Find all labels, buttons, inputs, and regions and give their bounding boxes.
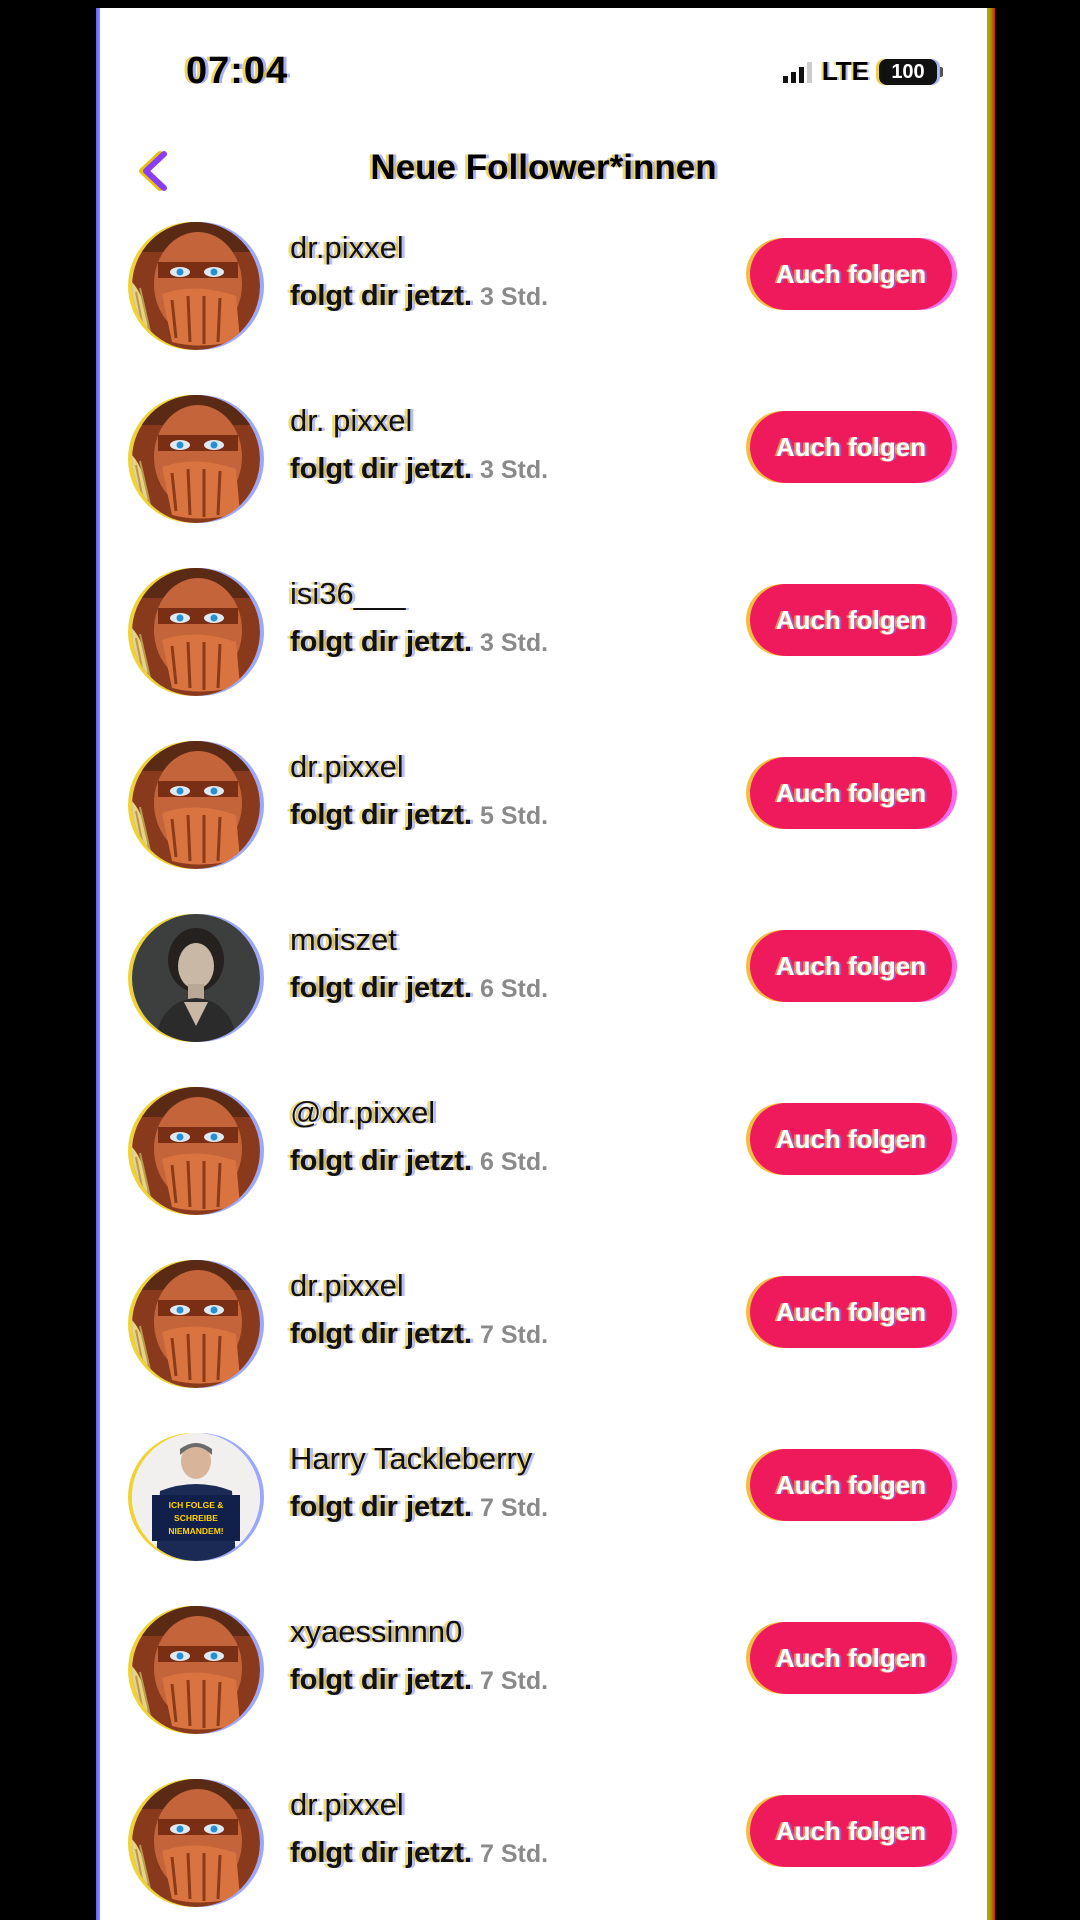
follow-info: folgt dir jetzt. 7 Std. bbox=[290, 1837, 548, 1870]
follow-info: folgt dir jetzt. 7 Std. bbox=[290, 1664, 548, 1697]
username[interactable]: dr.pixxel bbox=[290, 1787, 404, 1823]
username[interactable]: moiszet bbox=[290, 922, 397, 958]
username[interactable]: dr.pixxel bbox=[290, 1268, 404, 1304]
follower-row[interactable]: dr.pixxel folgt dir jetzt. 7 Std. Auch folg… bbox=[100, 1775, 987, 1920]
follow-action-text: folgt dir jetzt. bbox=[290, 1837, 473, 1869]
follow-back-button[interactable]: Auch folgen bbox=[750, 1449, 952, 1521]
status-indicators: LTE 100 bbox=[782, 56, 943, 87]
follow-info: folgt dir jetzt. 7 Std. bbox=[290, 1491, 548, 1524]
follow-info: folgt dir jetzt. 3 Std. bbox=[290, 280, 548, 313]
follow-action-text: folgt dir jetzt. bbox=[290, 1491, 473, 1523]
username[interactable]: isi36___ bbox=[290, 576, 405, 612]
username[interactable]: @dr.pixxel bbox=[290, 1095, 435, 1131]
follower-row[interactable]: dr.pixxel folgt dir jetzt. 5 Std. Auch folg… bbox=[100, 737, 987, 910]
username[interactable]: Harry Tackleberry bbox=[290, 1441, 532, 1477]
follow-back-button[interactable]: Auch folgen bbox=[750, 238, 952, 310]
follow-info: folgt dir jetzt. 7 Std. bbox=[290, 1318, 548, 1351]
username[interactable]: dr. pixxel bbox=[290, 403, 412, 439]
signal-icon bbox=[782, 61, 812, 83]
follower-row[interactable]: ICH FOLGE & SCHREIBE NIEMANDEM! Harry Tackl… bbox=[100, 1429, 987, 1602]
avatar[interactable] bbox=[132, 1260, 260, 1388]
follower-row[interactable]: xyaessinnn0 folgt dir jetzt. 7 Std. Auch fo… bbox=[100, 1602, 987, 1775]
avatar[interactable] bbox=[132, 1606, 260, 1734]
follow-back-button[interactable]: Auch folgen bbox=[750, 1276, 952, 1348]
follow-info: folgt dir jetzt. 6 Std. bbox=[290, 972, 548, 1005]
follower-row[interactable]: moiszet folgt dir jetzt. 6 Std. Auch folgen bbox=[100, 910, 987, 1083]
time-ago: 7 Std. bbox=[480, 1321, 549, 1349]
network-label: LTE bbox=[821, 56, 869, 86]
follow-info: folgt dir jetzt. 3 Std. bbox=[290, 453, 548, 486]
avatar[interactable] bbox=[132, 1087, 260, 1215]
follow-action-text: folgt dir jetzt. bbox=[290, 799, 473, 831]
follow-back-button[interactable]: Auch folgen bbox=[750, 1622, 952, 1694]
time-ago: 7 Std. bbox=[480, 1667, 549, 1695]
follower-row[interactable]: isi36___folgt dir jetzt. 3 Std. Auch folge… bbox=[100, 564, 987, 737]
avatar[interactable] bbox=[132, 395, 260, 523]
follow-back-button[interactable]: Auch folgen bbox=[750, 1795, 952, 1867]
username[interactable]: xyaessinnn0 bbox=[290, 1614, 462, 1650]
username[interactable]: dr.pixxel bbox=[290, 230, 404, 266]
avatar[interactable]: ICH FOLGE & SCHREIBE NIEMANDEM! bbox=[132, 1433, 260, 1561]
follower-row[interactable]: dr.pixxel folgt dir jetzt. 3 Std. Auch folg… bbox=[100, 218, 987, 391]
follow-info: folgt dir jetzt. 6 Std. bbox=[290, 1145, 548, 1178]
follow-back-button[interactable]: Auch folgen bbox=[750, 411, 952, 483]
follower-row[interactable]: dr. pixxel folgt dir jetzt. 3 Std. Auch fol… bbox=[100, 391, 987, 564]
follower-row[interactable]: dr.pixxel folgt dir jetzt. 7 Std. Auch folg… bbox=[100, 1256, 987, 1429]
follow-info: folgt dir jetzt. 3 Std. bbox=[290, 626, 548, 659]
avatar[interactable] bbox=[132, 222, 260, 350]
phone-screen: 07:04 LTE 100 Neue Follower*innen dr.pix… bbox=[100, 8, 987, 1920]
svg-text:SCHREIBE: SCHREIBE bbox=[174, 1513, 218, 1523]
follow-action-text: folgt dir jetzt. bbox=[290, 1145, 473, 1177]
follower-row[interactable]: @dr.pixxel folgt dir jetzt. 6 Std. Auch fol… bbox=[100, 1083, 987, 1256]
status-time: 07:04 bbox=[186, 50, 289, 92]
time-ago: 5 Std. bbox=[480, 802, 549, 830]
battery-level: 100 bbox=[891, 60, 925, 83]
battery-icon: 100 bbox=[879, 58, 943, 85]
follow-action-text: folgt dir jetzt. bbox=[290, 626, 473, 658]
follow-back-button[interactable]: Auch folgen bbox=[750, 930, 952, 1002]
avatar[interactable] bbox=[132, 741, 260, 869]
follow-action-text: folgt dir jetzt. bbox=[290, 972, 473, 1004]
follow-action-text: folgt dir jetzt. bbox=[290, 1664, 473, 1696]
time-ago: 7 Std. bbox=[480, 1494, 549, 1522]
follow-back-button[interactable]: Auch folgen bbox=[750, 1103, 952, 1175]
avatar[interactable] bbox=[132, 568, 260, 696]
follow-back-button[interactable]: Auch folgen bbox=[750, 757, 952, 829]
status-bar: 07:04 LTE 100 bbox=[100, 38, 987, 108]
follow-action-text: folgt dir jetzt. bbox=[290, 1318, 473, 1350]
time-ago: 3 Std. bbox=[480, 629, 549, 657]
page-title: Neue Follower*innen bbox=[370, 148, 717, 187]
svg-text:NIEMANDEM!: NIEMANDEM! bbox=[168, 1526, 223, 1536]
avatar[interactable] bbox=[132, 914, 260, 1042]
time-ago: 3 Std. bbox=[480, 456, 549, 484]
time-ago: 7 Std. bbox=[480, 1840, 549, 1868]
follow-back-button[interactable]: Auch folgen bbox=[750, 584, 952, 656]
follow-action-text: folgt dir jetzt. bbox=[290, 453, 473, 485]
username[interactable]: dr.pixxel bbox=[290, 749, 404, 785]
time-ago: 6 Std. bbox=[480, 975, 549, 1003]
nav-header: Neue Follower*innen bbox=[100, 138, 987, 208]
avatar[interactable] bbox=[132, 1779, 260, 1907]
follow-action-text: folgt dir jetzt. bbox=[290, 280, 473, 312]
time-ago: 3 Std. bbox=[480, 283, 549, 311]
svg-text:ICH FOLGE &: ICH FOLGE & bbox=[169, 1500, 224, 1510]
follow-info: folgt dir jetzt. 5 Std. bbox=[290, 799, 548, 832]
time-ago: 6 Std. bbox=[480, 1148, 549, 1176]
